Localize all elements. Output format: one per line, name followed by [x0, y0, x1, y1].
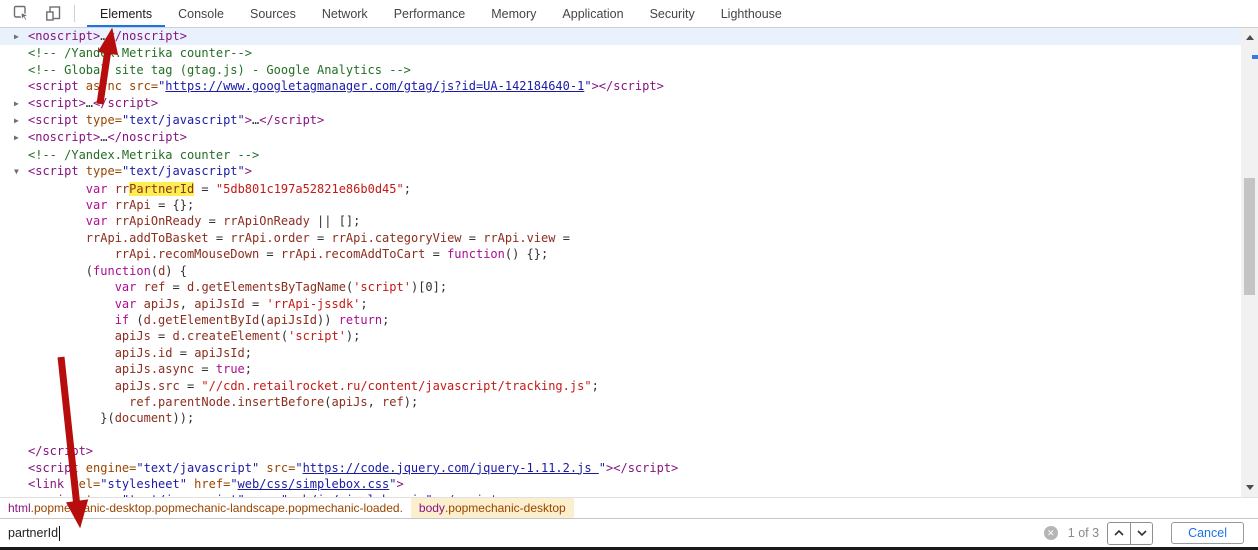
dom-tree-row[interactable]: if (d.getElementById(apiJsId)) return;: [28, 312, 1241, 328]
resource-link[interactable]: web/js/simplebox.js: [288, 493, 425, 497]
dom-tree-row[interactable]: ▼<script type="text/javascript">: [28, 163, 1241, 180]
tab-security[interactable]: Security: [637, 0, 708, 27]
breadcrumb-bar: html.popmechanic-desktop.popmechanic-lan…: [0, 497, 1258, 518]
dom-tree-row[interactable]: var apiJs, apiJsId = 'rrApi-jssdk';: [28, 296, 1241, 312]
scrollbar[interactable]: [1241, 28, 1258, 497]
breadcrumb-classes: .popmechanic-desktop.popmechanic-landsca…: [31, 501, 403, 515]
dom-tree-row[interactable]: (function(d) {: [28, 263, 1241, 279]
dom-tree-row[interactable]: <script engine="text/javascript" src="ht…: [28, 460, 1241, 476]
dom-tree-row[interactable]: apiJs.async = true;: [28, 361, 1241, 377]
elements-panel: ▶<noscript>…</noscript><!-- /Yandex.Metr…: [0, 28, 1258, 497]
dom-tree-row[interactable]: <script async src="https://www.googletag…: [28, 78, 1241, 94]
breadcrumb-tag: body: [419, 501, 445, 515]
dom-tree-row[interactable]: ▶<noscript>…</noscript>: [28, 129, 1241, 146]
scrollbar-down-icon[interactable]: [1241, 480, 1258, 494]
find-bar: partnerId ✕ 1 of 3 Cancel: [0, 518, 1258, 547]
dom-tree-row[interactable]: rrApi.addToBasket = rrApi.order = rrApi.…: [28, 230, 1241, 246]
tab-performance[interactable]: Performance: [381, 0, 479, 27]
dom-tree-row[interactable]: <!-- /Yandex.Metrika counter-->: [28, 45, 1241, 61]
scrollbar-thumb[interactable]: [1244, 178, 1255, 295]
devtools-toolbar: ElementsConsoleSourcesNetworkPerformance…: [0, 0, 1258, 28]
expand-arrow-icon[interactable]: ▶: [14, 113, 28, 129]
tab-console[interactable]: Console: [165, 0, 237, 27]
tab-network[interactable]: Network: [309, 0, 381, 27]
dom-tree-row[interactable]: <link rel="stylesheet" href="web/css/sim…: [28, 476, 1241, 492]
search-query-text: partnerId: [8, 526, 58, 540]
expand-arrow-icon[interactable]: ▶: [14, 29, 28, 45]
toolbar-divider: [74, 5, 75, 22]
dom-tree-row[interactable]: var rrPartnerId = "5db801c197a52821e86b0…: [28, 181, 1241, 197]
resource-link[interactable]: https://code.jquery.com/jquery-1.11.2.js: [303, 461, 599, 475]
dom-tree-row[interactable]: apiJs.id = apiJsId;: [28, 345, 1241, 361]
dom-tree-row[interactable]: ▶<script type="text/javascript">…</scrip…: [28, 112, 1241, 129]
dom-tree-row[interactable]: var rrApiOnReady = rrApiOnReady || [];: [28, 213, 1241, 229]
match-count: 1 of 3: [1068, 526, 1099, 540]
search-input[interactable]: partnerId: [8, 526, 1044, 541]
scrollbar-up-icon[interactable]: [1241, 30, 1258, 44]
breadcrumb-html[interactable]: html.popmechanic-desktop.popmechanic-lan…: [0, 498, 411, 518]
breadcrumb-classes: .popmechanic-desktop: [445, 501, 566, 515]
expand-arrow-icon[interactable]: ▼: [14, 164, 28, 180]
match-nav-group: [1107, 522, 1153, 545]
devtools-window: ElementsConsoleSourcesNetworkPerformance…: [0, 0, 1258, 550]
dom-tree: ▶<noscript>…</noscript><!-- /Yandex.Metr…: [0, 28, 1241, 497]
previous-match-button[interactable]: [1108, 523, 1130, 544]
dom-tree-row[interactable]: ref.parentNode.insertBefore(apiJs, ref);: [28, 394, 1241, 410]
toolbar-icons: [0, 0, 70, 27]
dom-tree-row[interactable]: ▶<noscript>…</noscript>: [0, 28, 1241, 45]
clear-search-icon[interactable]: ✕: [1044, 526, 1058, 540]
dom-tree-row[interactable]: ▶<script>…</script>: [28, 95, 1241, 112]
dom-tree-row[interactable]: <!-- /Yandex.Metrika counter -->: [28, 147, 1241, 163]
expand-arrow-icon[interactable]: ▶: [14, 96, 28, 112]
cancel-button[interactable]: Cancel: [1171, 522, 1244, 544]
resource-link[interactable]: https://www.googletagmanager.com/gtag/js…: [165, 79, 584, 93]
tab-application[interactable]: Application: [549, 0, 636, 27]
resource-link[interactable]: web/css/simplebox.css: [238, 477, 390, 491]
dom-tree-row[interactable]: var rrApi = {};: [28, 197, 1241, 213]
tab-memory[interactable]: Memory: [478, 0, 549, 27]
dom-tree-row[interactable]: apiJs.src = "//cdn.retailrocket.ru/conte…: [28, 378, 1241, 394]
dom-tree-row[interactable]: apiJs = d.createElement('script');: [28, 328, 1241, 344]
next-match-button[interactable]: [1130, 523, 1152, 544]
tab-elements[interactable]: Elements: [87, 0, 165, 27]
inspect-element-icon[interactable]: [8, 2, 34, 26]
tab-sources[interactable]: Sources: [237, 0, 309, 27]
dom-tree-row[interactable]: rrApi.recomMouseDown = rrApi.recomAddToC…: [28, 246, 1241, 262]
dom-tree-row[interactable]: [28, 427, 1241, 443]
dom-tree-row[interactable]: <!-- Global site tag (gtag.js) - Google …: [28, 62, 1241, 78]
tab-lighthouse[interactable]: Lighthouse: [708, 0, 795, 27]
dom-tree-row[interactable]: <script type="text/javascript" src="web/…: [28, 492, 1241, 497]
panel-tabs: ElementsConsoleSourcesNetworkPerformance…: [87, 0, 795, 27]
dom-tree-row[interactable]: var ref = d.getElementsByTagName('script…: [28, 279, 1241, 295]
search-match-highlight: PartnerId: [129, 182, 194, 196]
dom-tree-row[interactable]: }(document));: [28, 410, 1241, 426]
dom-tree-row[interactable]: </script>: [28, 443, 1241, 459]
breadcrumb-tag: html: [8, 501, 31, 515]
text-caret: [59, 526, 60, 541]
breadcrumb-body[interactable]: body.popmechanic-desktop: [411, 498, 574, 518]
search-result-marker: [1252, 55, 1258, 59]
toggle-device-toolbar-icon[interactable]: [40, 2, 66, 26]
expand-arrow-icon[interactable]: ▶: [14, 130, 28, 146]
